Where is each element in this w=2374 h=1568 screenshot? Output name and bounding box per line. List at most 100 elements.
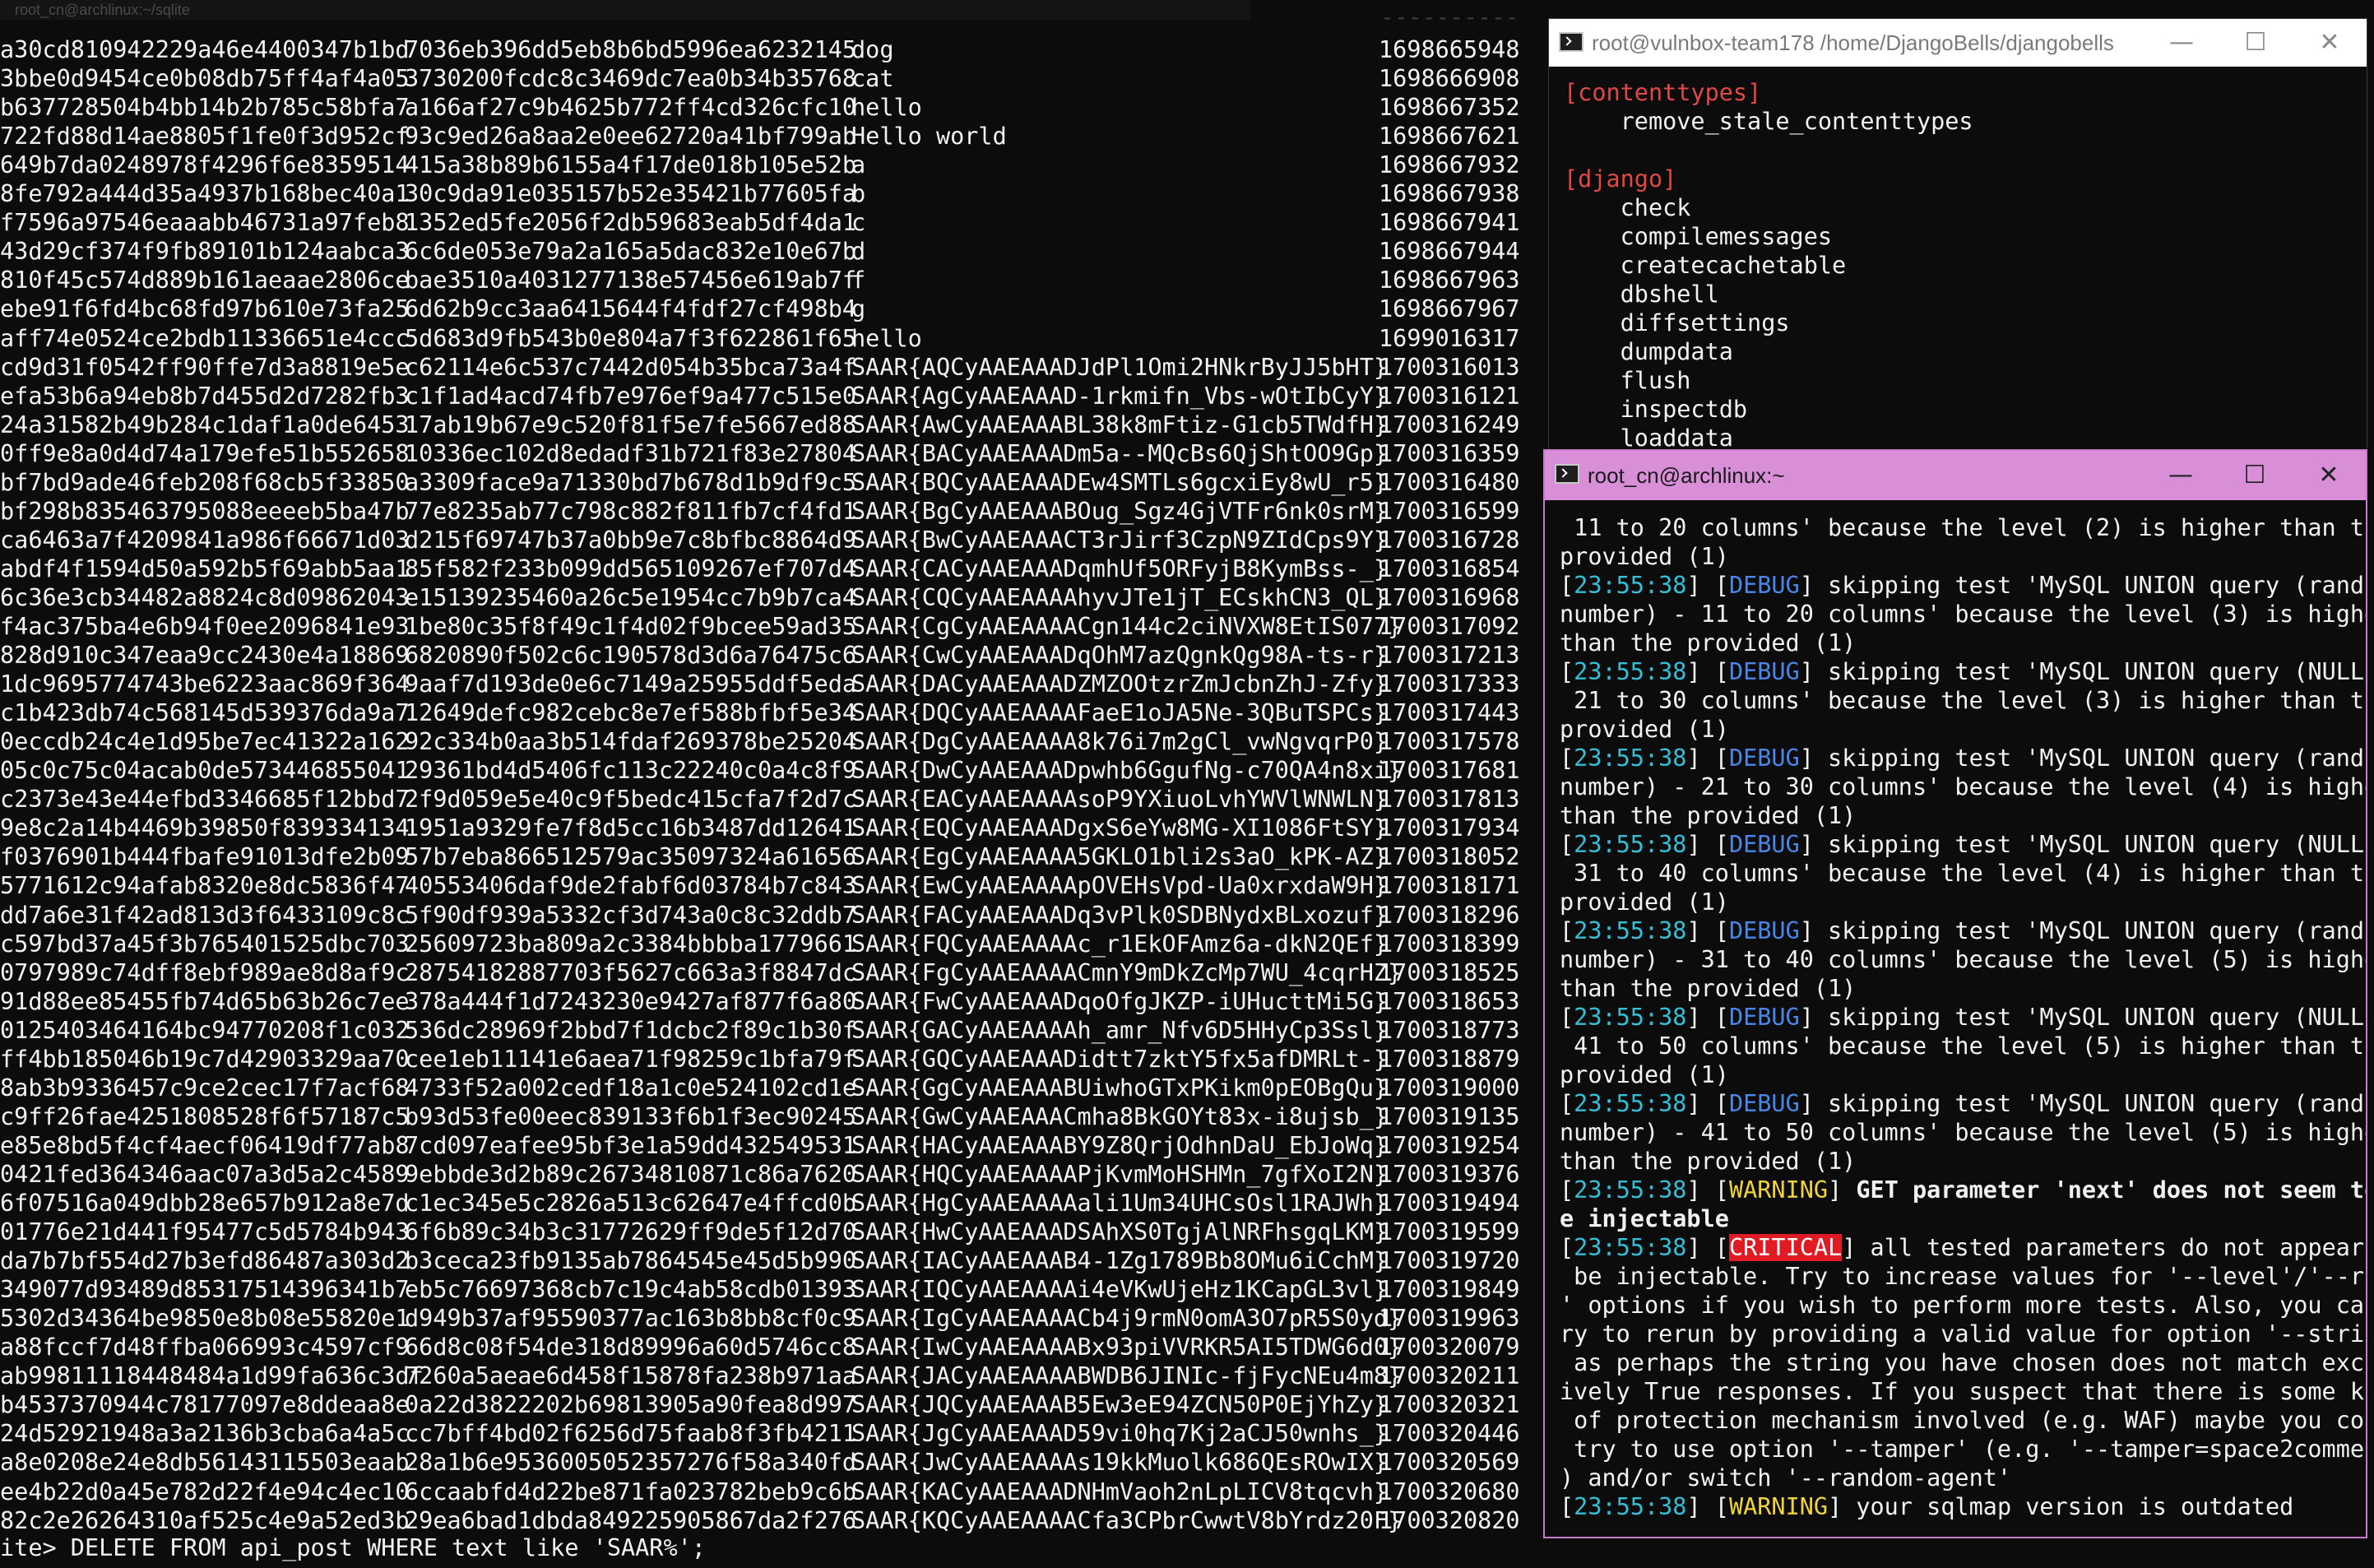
row-timestamp-cell: 1698667963: [1379, 267, 1520, 295]
row-timestamp-cell: 1698666908: [1379, 65, 1520, 93]
log-level-warning: WARNING: [1728, 1176, 1829, 1204]
row-hash-cell: 29ea6bad1dbda849225905867da2f276: [405, 1506, 857, 1534]
row-hash-cell: 66d8c08f54de318d89996a60d5746cc8: [405, 1334, 857, 1362]
django-terminal-window[interactable]: root@vulnbox-team178 /home/DjangoBells/d…: [1548, 18, 2367, 456]
log-text: number) - 21 to 30 columns' because the …: [1560, 773, 2367, 800]
log-line: provided (1): [1560, 542, 2358, 571]
row-timestamp-cell: 1700320079: [1379, 1334, 1520, 1362]
row-text-cell: g: [851, 295, 866, 323]
minimize-button[interactable]: —: [2144, 451, 2218, 500]
command-item: compilemessages: [1564, 223, 1833, 250]
sqlite-terminal[interactable]: root_cn@archlinux:~/sqlite ---------- a3…: [0, 0, 1555, 1568]
log-text: ] [: [1686, 1176, 1729, 1204]
maximize-button[interactable]: ☐: [2218, 451, 2292, 500]
log-level-debug: DEBUG: [1728, 1090, 1800, 1117]
row-timestamp-cell: 1700318399: [1379, 930, 1520, 958]
log-line: [23:55:38] [DEBUG] skipping test 'MySQL …: [1560, 744, 2366, 772]
log-timestamp: 23:55:38: [1574, 572, 1687, 599]
log-text: provided (1): [1560, 888, 1729, 916]
log-text: be injectable. Try to increase values fo…: [1560, 1263, 2367, 1290]
row-id-cell: 8ab3b9336457c9ce2cec17f7acf68: [0, 1074, 410, 1102]
command-item: remove_stale_contenttypes: [1564, 108, 1973, 135]
row-timestamp-cell: 1700317443: [1379, 699, 1520, 727]
log-line: provided (1): [1560, 715, 2358, 744]
row-hash-cell: 6c6de053e79a2a165a5dac832e10e67b: [405, 238, 857, 266]
row-hash-cell: c62114e6c537c7442d054b35bca73a4f: [405, 353, 857, 381]
row-text-cell: SAAR{HgCyAAEAAAAali1Um34UHCsOsl1RAJWh}: [851, 1190, 1389, 1217]
log-text: 41 to 50 columns' because the level (5) …: [1560, 1032, 2367, 1060]
row-hash-cell: a166af27c9b4625b772ff4cd326cfc10: [405, 94, 857, 122]
row-hash-cell: 6f6b89c34b3c31772629ff9de5f12d70: [405, 1218, 857, 1246]
log-line: number) - 41 to 50 columns' because the …: [1560, 1118, 2366, 1147]
row-text-cell: SAAR{EQCyAAEAAADgxS6eYw8MG-XI1086FtSY}: [851, 814, 1389, 842]
row-hash-cell: 93c9ed26a8aa2e0ee62720a41bf799ab: [405, 123, 857, 151]
log-text: ] skipping test 'MySQL UNION query (NULL…: [1799, 831, 2367, 858]
row-hash-cell: d215f69747b37a0bb9e7c8bfbc8864d9: [405, 526, 857, 554]
log-line: be injectable. Try to increase values fo…: [1560, 1262, 2366, 1291]
row-text-cell: hello: [851, 94, 922, 122]
row-hash-cell: 1be80c35f8f49c1f4d02f9bcee59ad35: [405, 613, 857, 640]
row-timestamp-cell: 1700319494: [1379, 1190, 1520, 1217]
sqlite-command-prompt[interactable]: ite> DELETE FROM api_post WHERE text lik…: [0, 1533, 706, 1562]
row-timestamp-cell: 1699016317: [1379, 324, 1520, 352]
row-timestamp-cell: 1700320820: [1379, 1506, 1520, 1534]
row-id-cell: cd9d31f0542ff90ffe7d3a8819e5e: [0, 353, 410, 381]
row-timestamp-cell: 1700317681: [1379, 757, 1520, 785]
row-hash-cell: c1f1ad4acd74fb7e976ef9a477c515e0: [405, 382, 857, 410]
log-text: GET parameter 'next' does not seem to b: [1856, 1176, 2367, 1204]
log-text: [: [1560, 917, 1574, 944]
row-timestamp-cell: 1700319599: [1379, 1218, 1520, 1246]
log-text: 21 to 30 columns' because the level (3) …: [1560, 687, 2367, 714]
django-window-titlebar[interactable]: root@vulnbox-team178 /home/DjangoBells/d…: [1549, 19, 2367, 67]
terminal-icon: [1555, 464, 1579, 484]
minimize-button[interactable]: —: [2144, 19, 2219, 67]
row-text-cell: SAAR{FgCyAAEAAAACmnY9mDkZcMp7WU_4cqrHZ}: [851, 958, 1403, 986]
log-text: than the provided (1): [1560, 629, 1857, 656]
close-button[interactable]: ✕: [2292, 451, 2366, 500]
log-line: provided (1): [1560, 888, 2358, 916]
row-id-cell: c1b423db74c568145d539376da9a7: [0, 699, 410, 727]
close-button[interactable]: ✕: [2293, 19, 2367, 67]
command-item: flush: [1564, 367, 1691, 394]
row-text-cell: f: [851, 267, 866, 295]
row-id-cell: 6f07516a049dbb28e657b912a8e7d: [0, 1190, 410, 1217]
row-text-cell: SAAR{JACyAAEAAAABWDB6JINIc-fjFycNEu4m8}: [851, 1362, 1403, 1390]
row-text-cell: SAAR{AwCyAAEAAABL38k8mFtiz-G1cb5TWdfH}: [851, 411, 1389, 438]
log-line: 21 to 30 columns' because the level (3) …: [1560, 686, 2366, 715]
row-timestamp-cell: 1700318879: [1379, 1045, 1520, 1073]
log-text: ] skipping test 'MySQL UNION query (NULL…: [1799, 658, 2367, 685]
sqlmap-window-titlebar[interactable]: root_cn@archlinux:~ — ☐ ✕: [1545, 451, 2366, 500]
row-text-cell: SAAR{KQCyAAEAAAACfa3CPbrCwwtV8bYrdz20F}: [851, 1506, 1403, 1534]
row-timestamp-cell: 1700319376: [1379, 1160, 1520, 1188]
command-item: [1564, 136, 1973, 165]
row-text-cell: SAAR{DwCyAAEAAADpwhb6GgufNg-c70QA4n8xi}: [851, 757, 1403, 785]
log-text: provided (1): [1560, 543, 1729, 570]
sqlmap-output: 11 to 20 columns' because the level (2) …: [1560, 513, 2366, 1521]
row-text-cell: hello: [851, 324, 922, 352]
log-line: number) - 21 to 30 columns' because the …: [1560, 772, 2366, 801]
row-text-cell: SAAR{BwCyAAEAAACT3rJirf3CzpN9ZIdCps9Y}: [851, 526, 1389, 554]
row-hash-cell: d949b37af95590377ac163b8bb8cf0c9: [405, 1305, 857, 1333]
log-line: e injectable: [1560, 1204, 2358, 1233]
row-hash-cell: 3730200fcdc8c3469dc7ea0b34b35768: [405, 65, 857, 93]
row-id-cell: 6c36e3cb34482a8824c8d09862043: [0, 583, 410, 611]
row-timestamp-cell: 1700316599: [1379, 497, 1520, 525]
row-hash-cell: 5d683d9fb543b0e804a7f3f622861f65: [405, 324, 857, 352]
row-text-cell: SAAR{GQCyAAEAAADidtt7zktY5fx5afDMRLt-}: [851, 1045, 1389, 1073]
row-text-cell: SAAR{FACyAAEAAADq3vPlk0SDBNydxBLxozuf}: [851, 901, 1389, 929]
sqlmap-terminal-window[interactable]: root_cn@archlinux:~ — ☐ ✕ 11 to 20 colum…: [1543, 449, 2367, 1538]
row-hash-cell: e15139235460a26c5e1954cc7b9b7ca4: [405, 583, 857, 611]
log-text: [: [1560, 1004, 1574, 1031]
row-id-cell: 0125403464164bc94770208f1c032: [0, 1016, 410, 1044]
sqlite-terminal-titlebar[interactable]: root_cn@archlinux:~/sqlite: [0, 0, 1250, 20]
row-text-cell: SAAR{HQCyAAEAAAAPjKvmMoHSHMn_7gfXoI2N}: [851, 1160, 1389, 1188]
row-hash-cell: 536dc28969f2bbd7f1dcbc2f89c1b30f: [405, 1016, 857, 1044]
row-timestamp-cell: 1698667932: [1379, 151, 1520, 179]
row-id-cell: 82c2e26264310af525c4e9a52ed3b: [0, 1506, 410, 1534]
log-level-debug: DEBUG: [1728, 658, 1800, 685]
row-hash-cell: 57b7eba866512579ac35097324a61656: [405, 843, 857, 871]
row-id-cell: 649b7da0248978f4296f6e8359514: [0, 151, 410, 179]
row-timestamp-cell: 1700316480: [1379, 468, 1520, 496]
maximize-button[interactable]: ☐: [2219, 19, 2293, 67]
command-group-header: [contenttypes]: [1564, 79, 1762, 106]
